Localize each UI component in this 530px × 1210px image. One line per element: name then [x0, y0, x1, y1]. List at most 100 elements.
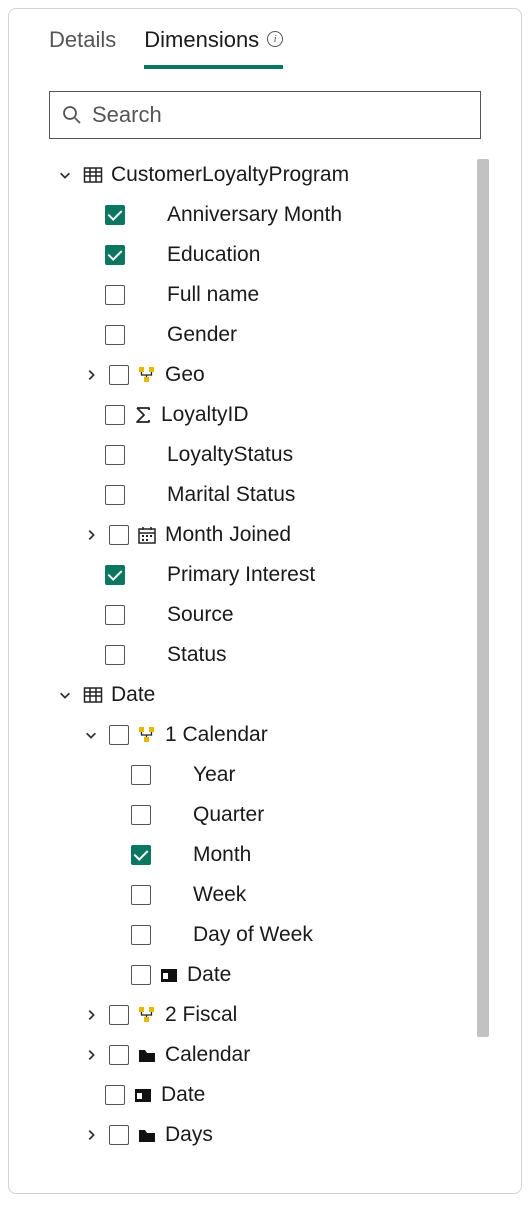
chevron-right-icon[interactable] [83, 527, 99, 543]
checkbox[interactable] [105, 405, 125, 425]
calendar-icon [137, 525, 157, 545]
item-label: Education [167, 243, 260, 267]
item-label: Day of Week [193, 923, 313, 947]
item-label: Date [161, 1083, 205, 1107]
tree-item[interactable]: Date [49, 955, 481, 995]
hierarchy-icon [137, 725, 157, 745]
search-wrap [9, 69, 521, 149]
tree-item[interactable]: Geo [49, 355, 481, 395]
item-label: Geo [165, 363, 205, 387]
checkbox[interactable] [105, 565, 125, 585]
checkbox[interactable] [109, 1005, 129, 1025]
chevron-right-icon[interactable] [83, 1047, 99, 1063]
tree-item[interactable]: Day of Week [49, 915, 481, 955]
checkbox[interactable] [109, 525, 129, 545]
dimensions-panel: Details Dimensions i CustomerLoyaltyProg… [8, 8, 522, 1194]
item-label: Quarter [193, 803, 264, 827]
item-label: Full name [167, 283, 259, 307]
chevron-right-icon[interactable] [83, 1007, 99, 1023]
tab-dimensions[interactable]: Dimensions i [144, 27, 283, 69]
item-label: Gender [167, 323, 237, 347]
item-label: Source [167, 603, 234, 627]
tree-item[interactable]: Source [49, 595, 481, 635]
item-label: Calendar [165, 1043, 250, 1067]
item-label: Month [193, 843, 251, 867]
table-icon [83, 165, 103, 185]
item-label: Date [111, 683, 155, 707]
checkbox[interactable] [109, 725, 129, 745]
checkbox[interactable] [109, 1125, 129, 1145]
date-icon [159, 965, 179, 985]
tree-item[interactable]: LoyaltyID [49, 395, 481, 435]
chevron-down-icon[interactable] [57, 167, 73, 183]
item-label: Anniversary Month [167, 203, 342, 227]
tree-item[interactable]: Year [49, 755, 481, 795]
tree-item[interactable]: Education [49, 235, 481, 275]
folder-icon [137, 1125, 157, 1145]
item-label: Marital Status [167, 483, 295, 507]
dimensions-tree: CustomerLoyaltyProgram Anniversary Month E… [49, 155, 481, 1155]
tree-item[interactable]: Anniversary Month [49, 195, 481, 235]
tree-item[interactable]: Month [49, 835, 481, 875]
search-input[interactable] [90, 101, 468, 129]
checkbox[interactable] [105, 245, 125, 265]
checkbox[interactable] [105, 485, 125, 505]
tree-item[interactable]: 1 Calendar [49, 715, 481, 755]
item-label: 2 Fiscal [165, 1003, 237, 1027]
table-icon [83, 685, 103, 705]
tree-item[interactable]: Days [49, 1115, 481, 1155]
date-icon [133, 1085, 153, 1105]
scrollbar-thumb[interactable] [477, 159, 489, 1037]
tab-details[interactable]: Details [49, 27, 116, 69]
tab-details-label: Details [49, 27, 116, 53]
tree-item[interactable]: Full name [49, 275, 481, 315]
sigma-icon [133, 405, 153, 425]
item-label: Year [193, 763, 235, 787]
checkbox[interactable] [105, 645, 125, 665]
tree-item[interactable]: Marital Status [49, 475, 481, 515]
checkbox[interactable] [131, 885, 151, 905]
checkbox[interactable] [131, 805, 151, 825]
tree-item[interactable]: Quarter [49, 795, 481, 835]
checkbox[interactable] [109, 365, 129, 385]
tree-item[interactable]: Primary Interest [49, 555, 481, 595]
tree-group[interactable]: CustomerLoyaltyProgram [49, 155, 481, 195]
chevron-down-icon[interactable] [83, 727, 99, 743]
chevron-right-icon[interactable] [83, 367, 99, 383]
checkbox[interactable] [105, 445, 125, 465]
checkbox[interactable] [131, 925, 151, 945]
item-label: Days [165, 1123, 213, 1147]
item-label: Primary Interest [167, 563, 315, 587]
checkbox[interactable] [131, 965, 151, 985]
checkbox[interactable] [131, 765, 151, 785]
item-label: Month Joined [165, 523, 291, 547]
item-label: CustomerLoyaltyProgram [111, 163, 349, 187]
item-label: LoyaltyStatus [167, 443, 293, 467]
tree-group[interactable]: Date [49, 675, 481, 715]
search-box[interactable] [49, 91, 481, 139]
tab-dimensions-label: Dimensions [144, 27, 259, 53]
chevron-right-icon[interactable] [83, 1127, 99, 1143]
search-icon [62, 105, 82, 125]
tree-item[interactable]: LoyaltyStatus [49, 435, 481, 475]
tree-item[interactable]: Week [49, 875, 481, 915]
tree-item[interactable]: Gender [49, 315, 481, 355]
checkbox[interactable] [109, 1045, 129, 1065]
tree-item[interactable]: Date [49, 1075, 481, 1115]
tree-item[interactable]: Calendar [49, 1035, 481, 1075]
checkbox[interactable] [105, 205, 125, 225]
info-icon[interactable]: i [267, 31, 283, 47]
hierarchy-icon [137, 365, 157, 385]
item-label: 1 Calendar [165, 723, 268, 747]
checkbox[interactable] [105, 285, 125, 305]
checkbox[interactable] [105, 1085, 125, 1105]
tree-item[interactable]: Month Joined [49, 515, 481, 555]
tree-item[interactable]: 2 Fiscal [49, 995, 481, 1035]
tab-bar: Details Dimensions i [9, 9, 521, 69]
checkbox[interactable] [131, 845, 151, 865]
item-label: Status [167, 643, 227, 667]
checkbox[interactable] [105, 325, 125, 345]
tree-item[interactable]: Status [49, 635, 481, 675]
checkbox[interactable] [105, 605, 125, 625]
chevron-down-icon[interactable] [57, 687, 73, 703]
